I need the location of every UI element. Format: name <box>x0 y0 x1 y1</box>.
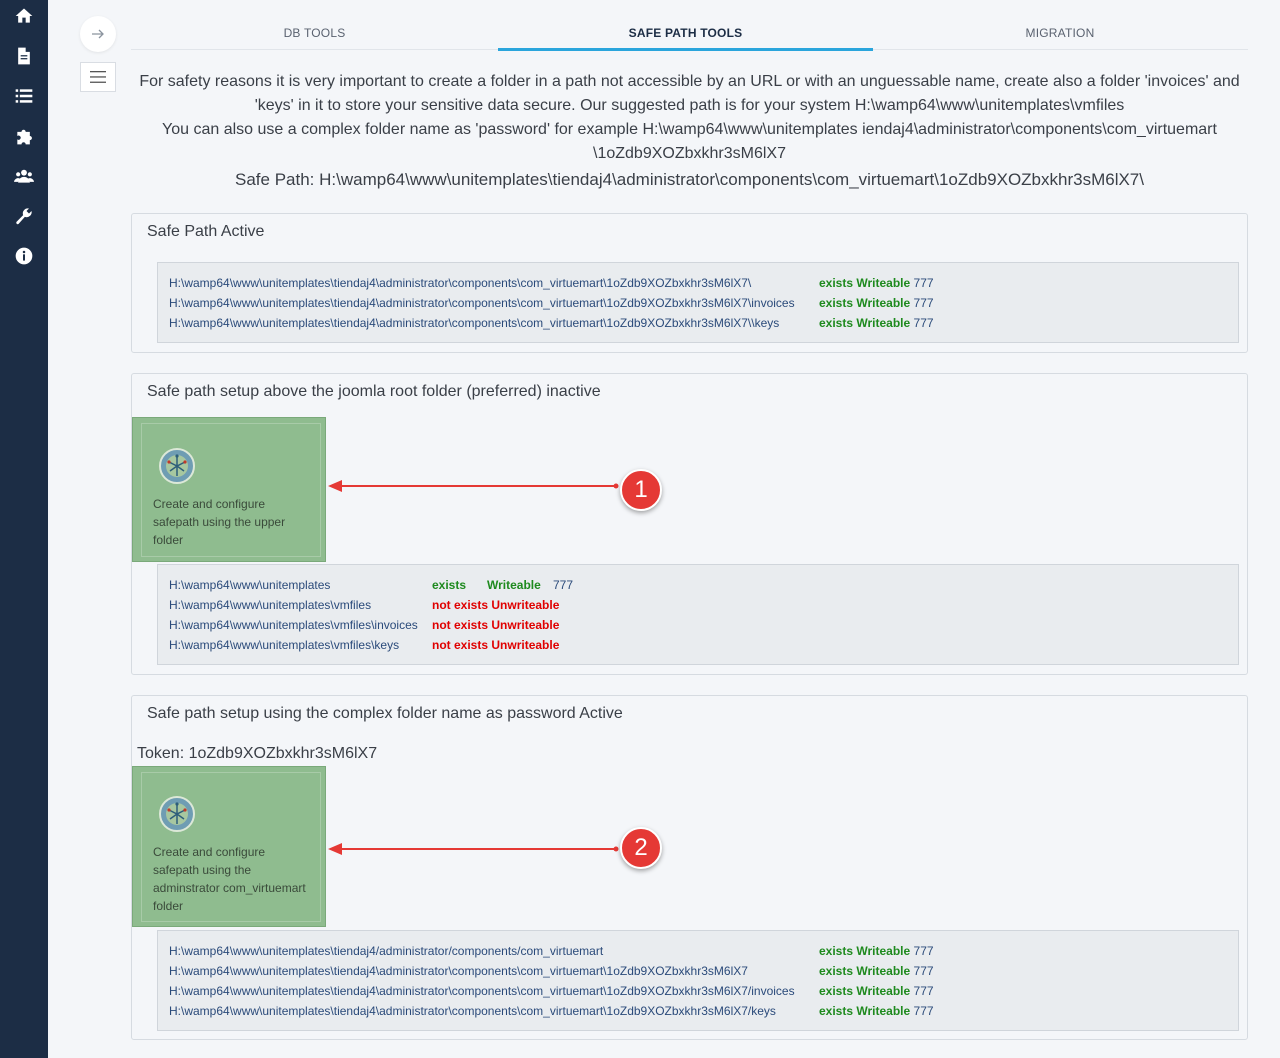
path-text: H:\wamp64\www\unitemplates\vmfiles <box>169 598 372 612</box>
path-text: H:\wamp64\www\unitemplates\vmfiles\keys <box>169 638 400 652</box>
writeable-status: Unwriteable <box>491 598 560 612</box>
writeable-status: Writeable <box>856 296 911 310</box>
table-row: H:\wamp64\www\unitemplates\vmfiles\keys … <box>169 635 1227 655</box>
sidebar <box>0 0 48 1058</box>
writeable-status: Writeable <box>856 1004 911 1018</box>
panel-title: Safe path setup using the complex folder… <box>147 705 623 722</box>
table-row: H:\wamp64\www\unitemplates exists Writea… <box>169 575 1227 595</box>
wrench-icon[interactable] <box>12 204 36 228</box>
hamburger-icon <box>90 71 106 83</box>
exists-status: exists <box>819 316 854 330</box>
permission-value: 777 <box>913 1004 934 1018</box>
path-text: H:\wamp64\www\unitemplates\tiendaj4\admi… <box>169 276 752 290</box>
writeable-status: Writeable <box>856 944 911 958</box>
writeable-status: Writeable <box>856 316 911 330</box>
panel-safe-path-upper-folder: Safe path setup above the joomla root fo… <box>131 373 1248 675</box>
path-text: H:\wamp64\www\unitemplates\tiendaj4\admi… <box>169 984 795 998</box>
menu-toggle-button[interactable] <box>80 62 116 92</box>
intro-line-1: For safety reasons it is very important … <box>139 73 1240 114</box>
permission-value: 777 <box>913 984 934 998</box>
panel-safe-path-complex-folder: Safe path setup using the complex folder… <box>131 695 1248 1040</box>
path-status-box: H:\wamp64\www\unitemplates\tiendaj4\admi… <box>157 262 1239 343</box>
puzzle-icon[interactable] <box>12 124 36 148</box>
writeable-status: Writeable <box>856 964 911 978</box>
exists-status: not exists <box>432 638 489 652</box>
writeable-status: Writeable <box>856 276 911 290</box>
exists-status: exists <box>819 984 854 998</box>
path-text: H:\wamp64\www\unitemplates\tiendaj4/admi… <box>169 944 604 958</box>
virtuemart-logo-icon <box>159 796 195 832</box>
path-status-box: H:\wamp64\www\unitemplates\tiendaj4/admi… <box>157 930 1239 1031</box>
token-value: Token: 1oZdb9XOZbxkhr3sM6lX7 <box>137 745 378 762</box>
callout-number: 1 <box>634 476 648 503</box>
home-icon[interactable] <box>12 4 36 28</box>
permission-value: 777 <box>553 578 574 592</box>
virtuemart-logo-icon <box>159 448 195 484</box>
create-safepath-admin-button[interactable]: Create and configure safepath using the … <box>132 766 326 927</box>
file-icon[interactable] <box>12 44 36 68</box>
panel-title: Safe path setup above the joomla root fo… <box>147 383 601 400</box>
exists-status: not exists <box>432 618 489 632</box>
tab-safe-path-tools[interactable]: SAFE PATH TOOLS <box>498 18 873 51</box>
table-row: H:\wamp64\www\unitemplates\tiendaj4/admi… <box>169 941 1227 961</box>
intro-text: For safety reasons it is very important … <box>131 70 1248 192</box>
table-row: H:\wamp64\www\unitemplates\tiendaj4\admi… <box>169 1001 1227 1021</box>
table-row: H:\wamp64\www\unitemplates\tiendaj4\admi… <box>169 293 1227 313</box>
back-arrow-button[interactable] <box>80 16 116 52</box>
permission-value: 777 <box>913 964 934 978</box>
exists-status: exists <box>819 296 854 310</box>
path-text: H:\wamp64\www\unitemplates\tiendaj4\admi… <box>169 316 780 330</box>
table-row: H:\wamp64\www\unitemplates\tiendaj4\admi… <box>169 273 1227 293</box>
callout-badge-2: 2 <box>620 827 662 869</box>
path-text: H:\wamp64\www\unitemplates <box>169 578 331 592</box>
panel-title: Safe Path Active <box>147 223 265 240</box>
exists-status: exists <box>819 964 854 978</box>
exists-status: exists <box>432 578 467 592</box>
permission-value: 777 <box>913 296 934 310</box>
writeable-status: Unwriteable <box>491 638 560 652</box>
writeable-status: Unwriteable <box>491 618 560 632</box>
safe-path-value: Safe Path: H:\wamp64\www\unitemplates\ti… <box>235 170 1144 189</box>
table-row: H:\wamp64\www\unitemplates\vmfiles not e… <box>169 595 1227 615</box>
table-row: H:\wamp64\www\unitemplates\tiendaj4\admi… <box>169 961 1227 981</box>
list-icon[interactable] <box>12 84 36 108</box>
exists-status: not exists <box>432 598 489 612</box>
tab-db-tools[interactable]: DB TOOLS <box>131 18 498 49</box>
exists-status: exists <box>819 1004 854 1018</box>
callout-arrow-1 <box>328 480 619 492</box>
callout-number: 2 <box>634 834 648 861</box>
users-icon[interactable] <box>12 164 36 188</box>
path-text: H:\wamp64\www\unitemplates\tiendaj4\admi… <box>169 964 748 978</box>
exists-status: exists <box>819 276 854 290</box>
path-status-box: H:\wamp64\www\unitemplates exists Writea… <box>157 564 1239 665</box>
arrow-right-icon <box>92 29 104 39</box>
table-row: H:\wamp64\www\unitemplates\tiendaj4\admi… <box>169 981 1227 1001</box>
intro-line-2: You can also use a complex folder name a… <box>162 121 1217 162</box>
callout-arrow-2 <box>328 843 619 855</box>
panel-safe-path-active: Safe Path Active H:\wamp64\www\unitempla… <box>131 213 1248 353</box>
writeable-status: Writeable <box>856 984 911 998</box>
tab-bar: DB TOOLS SAFE PATH TOOLS MIGRATION <box>131 18 1248 51</box>
writeable-status: Writeable <box>487 578 541 592</box>
permission-value: 777 <box>913 276 934 290</box>
card-label: Create and configure safepath using the … <box>153 497 286 547</box>
path-text: H:\wamp64\www\unitemplates\tiendaj4\admi… <box>169 296 795 310</box>
tab-migration[interactable]: MIGRATION <box>873 18 1247 49</box>
card-label: Create and configure safepath using the … <box>153 845 306 913</box>
callout-badge-1: 1 <box>620 469 662 511</box>
table-row: H:\wamp64\www\unitemplates\vmfiles\invoi… <box>169 615 1227 635</box>
permission-value: 777 <box>913 316 934 330</box>
exists-status: exists <box>819 944 854 958</box>
permission-value: 777 <box>913 944 934 958</box>
path-text: H:\wamp64\www\unitemplates\vmfiles\invoi… <box>169 618 418 632</box>
path-text: H:\wamp64\www\unitemplates\tiendaj4\admi… <box>169 1004 776 1018</box>
table-row: H:\wamp64\www\unitemplates\tiendaj4\admi… <box>169 313 1227 333</box>
info-icon[interactable] <box>12 244 36 268</box>
create-safepath-upper-button[interactable]: Create and configure safepath using the … <box>132 417 326 562</box>
